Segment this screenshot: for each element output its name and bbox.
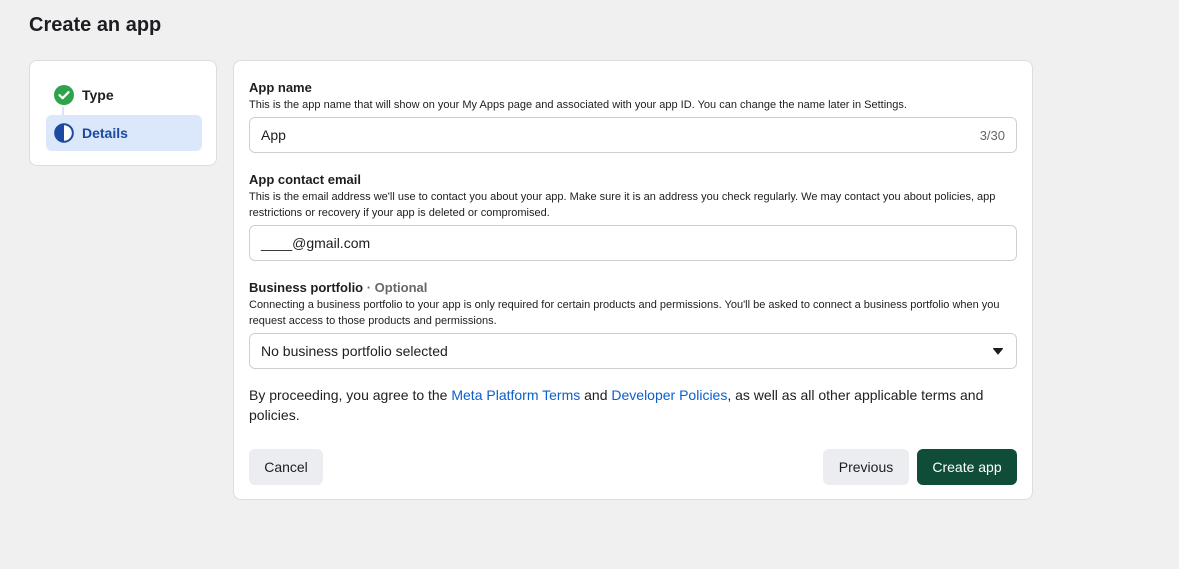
contact-email-label: App contact email [249,172,361,187]
details-form-card: App name This is the app name that will … [233,60,1033,500]
step-details[interactable]: Details [46,115,202,151]
half-circle-icon [54,123,74,143]
step-details-label: Details [82,125,128,141]
app-name-description: This is the app name that will show on y… [249,99,907,111]
business-portfolio-description: Connecting a business portfolio to your … [249,299,1000,327]
check-circle-icon [54,85,74,105]
create-app-button[interactable]: Create app [917,449,1017,485]
business-portfolio-label: Business portfolio · Optional [249,280,427,295]
terms-middle: and [580,387,612,403]
business-portfolio-selected: No business portfolio selected [261,343,448,359]
optional-tag: · Optional [363,280,428,295]
caret-down-icon [991,344,1005,358]
stepper-panel: Type Details [29,60,217,166]
developer-policies-link[interactable]: Developer Policies [611,387,727,403]
step-type[interactable]: Type [46,77,202,113]
contact-email-description: This is the email address we'll use to c… [249,191,996,219]
app-name-value: App [261,127,286,143]
app-name-char-counter: 3/30 [979,127,1005,143]
business-portfolio-select[interactable]: No business portfolio selected [249,333,1017,369]
app-name-input[interactable]: App 3/30 [249,117,1017,153]
terms-notice: By proceeding, you agree to the Meta Pla… [249,385,1019,425]
previous-button[interactable]: Previous [823,449,909,485]
app-name-label: App name [249,80,312,95]
step-type-label: Type [82,87,114,103]
page-title: Create an app [29,14,162,36]
terms-prefix: By proceeding, you agree to the [249,387,452,403]
contact-email-value: ____@gmail.com [261,235,371,251]
contact-email-input[interactable]: ____@gmail.com [249,225,1017,261]
cancel-button[interactable]: Cancel [249,449,323,485]
business-portfolio-label-text: Business portfolio [249,280,364,295]
meta-platform-terms-link[interactable]: Meta Platform Terms [451,387,580,403]
